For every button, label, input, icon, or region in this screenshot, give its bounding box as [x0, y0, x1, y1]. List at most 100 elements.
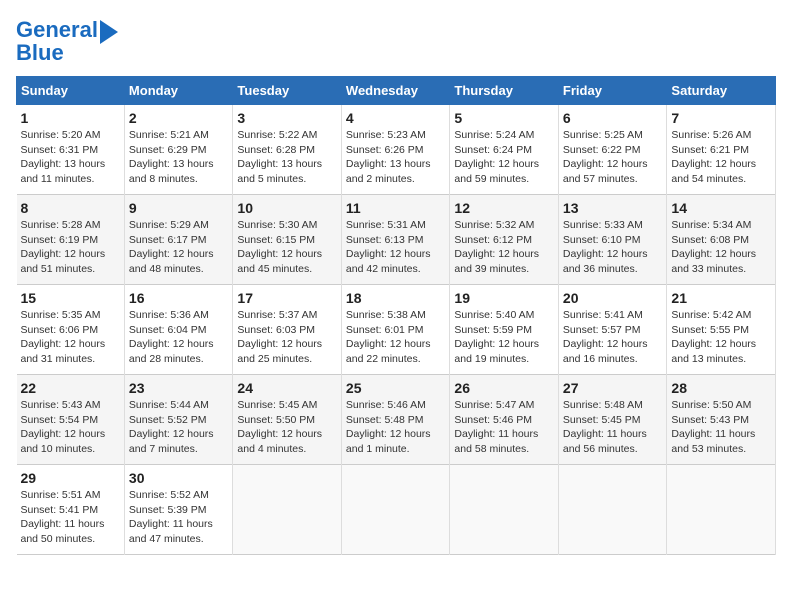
day-detail: Sunrise: 5:23 AM Sunset: 6:26 PM Dayligh… [346, 128, 446, 187]
day-number: 17 [237, 290, 337, 306]
calendar-table: SundayMondayTuesdayWednesdayThursdayFrid… [16, 76, 776, 555]
day-number: 24 [237, 380, 337, 396]
day-number: 4 [346, 110, 446, 126]
calendar-cell: 7 Sunrise: 5:26 AM Sunset: 6:21 PM Daylig… [667, 105, 776, 195]
day-number: 3 [237, 110, 337, 126]
calendar-cell [667, 465, 776, 555]
day-detail: Sunrise: 5:48 AM Sunset: 5:45 PM Dayligh… [563, 398, 663, 457]
col-header-thursday: Thursday [450, 77, 559, 105]
day-detail: Sunrise: 5:35 AM Sunset: 6:06 PM Dayligh… [21, 308, 120, 367]
day-number: 11 [346, 200, 446, 216]
day-number: 30 [129, 470, 229, 486]
calendar-cell: 3 Sunrise: 5:22 AM Sunset: 6:28 PM Daylig… [233, 105, 342, 195]
day-number: 14 [671, 200, 771, 216]
calendar-cell: 26 Sunrise: 5:47 AM Sunset: 5:46 PM Dayli… [450, 375, 559, 465]
calendar-cell: 4 Sunrise: 5:23 AM Sunset: 6:26 PM Daylig… [341, 105, 450, 195]
day-detail: Sunrise: 5:50 AM Sunset: 5:43 PM Dayligh… [671, 398, 771, 457]
day-number: 10 [237, 200, 337, 216]
day-detail: Sunrise: 5:31 AM Sunset: 6:13 PM Dayligh… [346, 218, 446, 277]
day-number: 23 [129, 380, 229, 396]
calendar-cell [558, 465, 667, 555]
day-number: 13 [563, 200, 663, 216]
calendar-cell: 17 Sunrise: 5:37 AM Sunset: 6:03 PM Dayli… [233, 285, 342, 375]
day-detail: Sunrise: 5:44 AM Sunset: 5:52 PM Dayligh… [129, 398, 229, 457]
day-detail: Sunrise: 5:34 AM Sunset: 6:08 PM Dayligh… [671, 218, 771, 277]
col-header-sunday: Sunday [17, 77, 125, 105]
day-detail: Sunrise: 5:22 AM Sunset: 6:28 PM Dayligh… [237, 128, 337, 187]
calendar-cell: 21 Sunrise: 5:42 AM Sunset: 5:55 PM Dayli… [667, 285, 776, 375]
calendar-cell: 27 Sunrise: 5:48 AM Sunset: 5:45 PM Dayli… [558, 375, 667, 465]
day-number: 2 [129, 110, 229, 126]
logo-arrow-icon [100, 20, 118, 44]
day-number: 9 [129, 200, 229, 216]
col-header-friday: Friday [558, 77, 667, 105]
calendar-cell: 15 Sunrise: 5:35 AM Sunset: 6:06 PM Dayli… [17, 285, 125, 375]
day-number: 7 [671, 110, 771, 126]
day-number: 8 [21, 200, 120, 216]
day-number: 19 [454, 290, 554, 306]
day-detail: Sunrise: 5:42 AM Sunset: 5:55 PM Dayligh… [671, 308, 771, 367]
day-number: 18 [346, 290, 446, 306]
calendar-cell: 19 Sunrise: 5:40 AM Sunset: 5:59 PM Dayli… [450, 285, 559, 375]
calendar-cell: 5 Sunrise: 5:24 AM Sunset: 6:24 PM Daylig… [450, 105, 559, 195]
day-detail: Sunrise: 5:30 AM Sunset: 6:15 PM Dayligh… [237, 218, 337, 277]
day-detail: Sunrise: 5:41 AM Sunset: 5:57 PM Dayligh… [563, 308, 663, 367]
day-detail: Sunrise: 5:26 AM Sunset: 6:21 PM Dayligh… [671, 128, 771, 187]
calendar-cell: 30 Sunrise: 5:52 AM Sunset: 5:39 PM Dayli… [124, 465, 233, 555]
calendar-cell [341, 465, 450, 555]
calendar-cell [233, 465, 342, 555]
day-number: 28 [671, 380, 771, 396]
day-number: 27 [563, 380, 663, 396]
col-header-tuesday: Tuesday [233, 77, 342, 105]
col-header-saturday: Saturday [667, 77, 776, 105]
calendar-cell: 14 Sunrise: 5:34 AM Sunset: 6:08 PM Dayli… [667, 195, 776, 285]
calendar-cell: 12 Sunrise: 5:32 AM Sunset: 6:12 PM Dayli… [450, 195, 559, 285]
calendar-cell: 2 Sunrise: 5:21 AM Sunset: 6:29 PM Daylig… [124, 105, 233, 195]
col-header-monday: Monday [124, 77, 233, 105]
calendar-cell: 13 Sunrise: 5:33 AM Sunset: 6:10 PM Dayli… [558, 195, 667, 285]
day-number: 26 [454, 380, 554, 396]
day-detail: Sunrise: 5:24 AM Sunset: 6:24 PM Dayligh… [454, 128, 554, 187]
calendar-cell: 25Sunrise: 5:46 AM Sunset: 5:48 PM Dayli… [341, 375, 450, 465]
day-number: 12 [454, 200, 554, 216]
day-detail: Sunrise: 5:40 AM Sunset: 5:59 PM Dayligh… [454, 308, 554, 367]
calendar-cell: 18Sunrise: 5:38 AM Sunset: 6:01 PM Dayli… [341, 285, 450, 375]
page-header: General Blue [16, 16, 776, 66]
calendar-cell [450, 465, 559, 555]
day-detail: Sunrise: 5:51 AM Sunset: 5:41 PM Dayligh… [21, 488, 120, 547]
day-detail: Sunrise: 5:29 AM Sunset: 6:17 PM Dayligh… [129, 218, 229, 277]
day-detail: Sunrise: 5:32 AM Sunset: 6:12 PM Dayligh… [454, 218, 554, 277]
day-number: 15 [21, 290, 120, 306]
day-number: 29 [21, 470, 120, 486]
day-detail: Sunrise: 5:37 AM Sunset: 6:03 PM Dayligh… [237, 308, 337, 367]
day-number: 5 [454, 110, 554, 126]
day-number: 20 [563, 290, 663, 306]
day-detail: Sunrise: 5:20 AM Sunset: 6:31 PM Dayligh… [21, 128, 120, 187]
logo-text: General [16, 18, 98, 42]
calendar-cell: 23 Sunrise: 5:44 AM Sunset: 5:52 PM Dayli… [124, 375, 233, 465]
day-detail: Sunrise: 5:43 AM Sunset: 5:54 PM Dayligh… [21, 398, 120, 457]
calendar-cell: 6Sunrise: 5:25 AM Sunset: 6:22 PM Daylig… [558, 105, 667, 195]
day-number: 16 [129, 290, 229, 306]
calendar-cell: 29 Sunrise: 5:51 AM Sunset: 5:41 PM Dayli… [17, 465, 125, 555]
day-detail: Sunrise: 5:21 AM Sunset: 6:29 PM Dayligh… [129, 128, 229, 187]
day-detail: Sunrise: 5:47 AM Sunset: 5:46 PM Dayligh… [454, 398, 554, 457]
col-header-wednesday: Wednesday [341, 77, 450, 105]
day-number: 1 [21, 110, 120, 126]
calendar-cell: 10 Sunrise: 5:30 AM Sunset: 6:15 PM Dayli… [233, 195, 342, 285]
calendar-cell: 8Sunrise: 5:28 AM Sunset: 6:19 PM Daylig… [17, 195, 125, 285]
day-detail: Sunrise: 5:52 AM Sunset: 5:39 PM Dayligh… [129, 488, 229, 547]
calendar-cell: 16 Sunrise: 5:36 AM Sunset: 6:04 PM Dayli… [124, 285, 233, 375]
day-number: 22 [21, 380, 120, 396]
calendar-cell: 1 Sunrise: 5:20 AM Sunset: 6:31 PM Daylig… [17, 105, 125, 195]
calendar-cell: 9 Sunrise: 5:29 AM Sunset: 6:17 PM Daylig… [124, 195, 233, 285]
day-number: 6 [563, 110, 663, 126]
day-detail: Sunrise: 5:33 AM Sunset: 6:10 PM Dayligh… [563, 218, 663, 277]
day-number: 21 [671, 290, 771, 306]
logo: General Blue [16, 16, 118, 66]
day-detail: Sunrise: 5:36 AM Sunset: 6:04 PM Dayligh… [129, 308, 229, 367]
day-number: 25 [346, 380, 446, 396]
calendar-cell: 20 Sunrise: 5:41 AM Sunset: 5:57 PM Dayli… [558, 285, 667, 375]
calendar-cell: 28 Sunrise: 5:50 AM Sunset: 5:43 PM Dayli… [667, 375, 776, 465]
calendar-cell: 11 Sunrise: 5:31 AM Sunset: 6:13 PM Dayli… [341, 195, 450, 285]
